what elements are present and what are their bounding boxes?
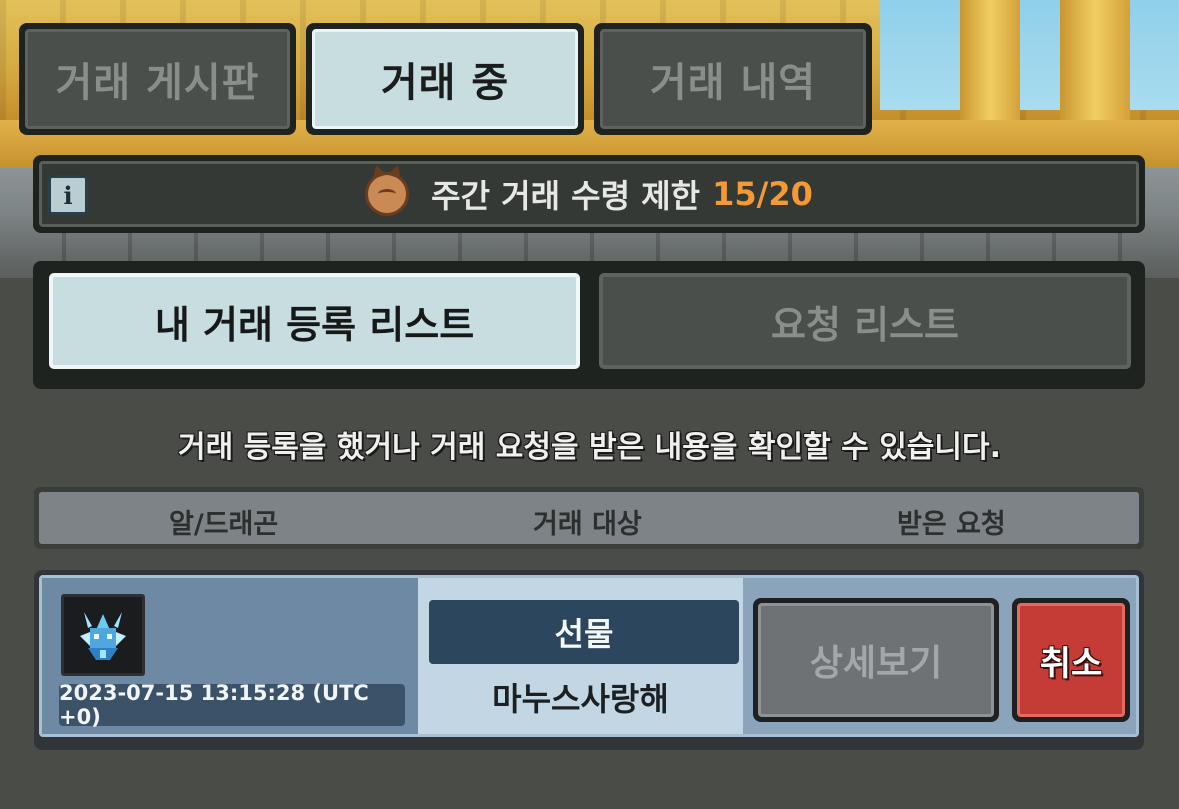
tab-label: 거래 내역 (600, 29, 866, 129)
background-sky (880, 0, 1179, 110)
tab-trade-board[interactable]: 거래 게시판 (19, 23, 296, 135)
ice-dragon-icon[interactable] (61, 594, 145, 676)
weekly-limit-inner: i 주간 거래 수령 제한 15/20 (39, 161, 1139, 227)
item-dragon-panel: 2023-07-15 13:15:28 (UTC +0) (42, 578, 418, 734)
weekly-limit-bar: i 주간 거래 수령 제한 15/20 (33, 155, 1145, 233)
tab-trade-history[interactable]: 거래 내역 (594, 23, 872, 135)
detail-button-label: 상세보기 (758, 603, 994, 717)
trade-type-badge: 선물 (429, 600, 739, 664)
detail-button[interactable]: 상세보기 (753, 598, 999, 722)
weekly-limit-count: 15/20 (712, 175, 813, 213)
tab-label: 거래 게시판 (25, 29, 290, 129)
tab-label: 거래 중 (312, 29, 578, 129)
description-text: 거래 등록을 했거나 거래 요청을 받은 내용을 확인할 수 있습니다. (178, 430, 1001, 465)
list-item: 2023-07-15 13:15:28 (UTC +0) 선물 마누스사랑해 상… (34, 570, 1144, 750)
weekly-limit-label: 주간 거래 수령 제한 (431, 177, 701, 215)
subtab-group: 내 거래 등록 리스트 요청 리스트 (33, 261, 1145, 389)
info-icon[interactable]: i (48, 175, 88, 215)
cancel-button-label: 취소 (1017, 603, 1125, 717)
tab-trading[interactable]: 거래 중 (306, 23, 584, 135)
trade-target-name: 마누스사랑해 (492, 680, 669, 718)
column-header: 알/드래곤 거래 대상 받은 요청 (34, 487, 1144, 549)
cancel-button[interactable]: 취소 (1012, 598, 1130, 722)
subtab-requests[interactable]: 요청 리스트 (599, 273, 1131, 369)
column-requests: 받은 요청 (897, 509, 1006, 540)
cat-coin-icon (365, 172, 410, 216)
subtab-my-listings[interactable]: 내 거래 등록 리스트 (49, 273, 580, 369)
item-timestamp: 2023-07-15 13:15:28 (UTC +0) (59, 681, 405, 729)
column-dragon: 알/드래곤 (169, 509, 279, 540)
item-target-panel: 선물 마누스사랑해 (418, 578, 743, 734)
column-target: 거래 대상 (533, 509, 642, 540)
